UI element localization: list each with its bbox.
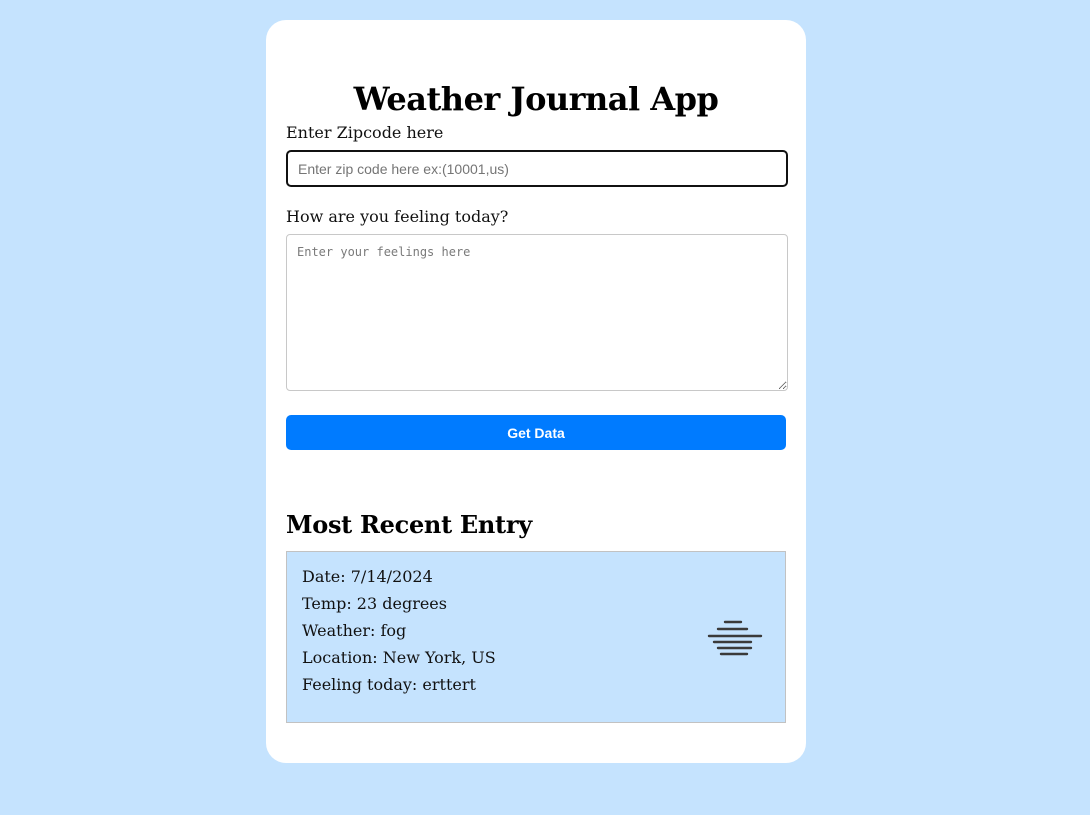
zip-label: Enter Zipcode here: [286, 123, 444, 142]
page-title: Weather Journal App: [353, 80, 719, 118]
journal-card: Weather Journal App Enter Zipcode here H…: [266, 20, 806, 763]
entry-weather: Weather: fog: [302, 621, 407, 640]
entry-feeling: Feeling today: erttert: [302, 675, 476, 694]
recent-entry-heading: Most Recent Entry: [286, 510, 532, 539]
feelings-textarea[interactable]: [286, 234, 788, 391]
feelings-label: How are you feeling today?: [286, 207, 509, 226]
entry-temp: Temp: 23 degrees: [302, 594, 447, 613]
zip-input[interactable]: [286, 150, 788, 187]
fog-icon: [707, 620, 763, 656]
recent-entry-panel: Date: 7/14/2024 Temp: 23 degrees Weather…: [286, 551, 786, 723]
entry-date: Date: 7/14/2024: [302, 567, 433, 586]
entry-location: Location: New York, US: [302, 648, 496, 667]
get-data-button[interactable]: Get Data: [286, 415, 786, 450]
